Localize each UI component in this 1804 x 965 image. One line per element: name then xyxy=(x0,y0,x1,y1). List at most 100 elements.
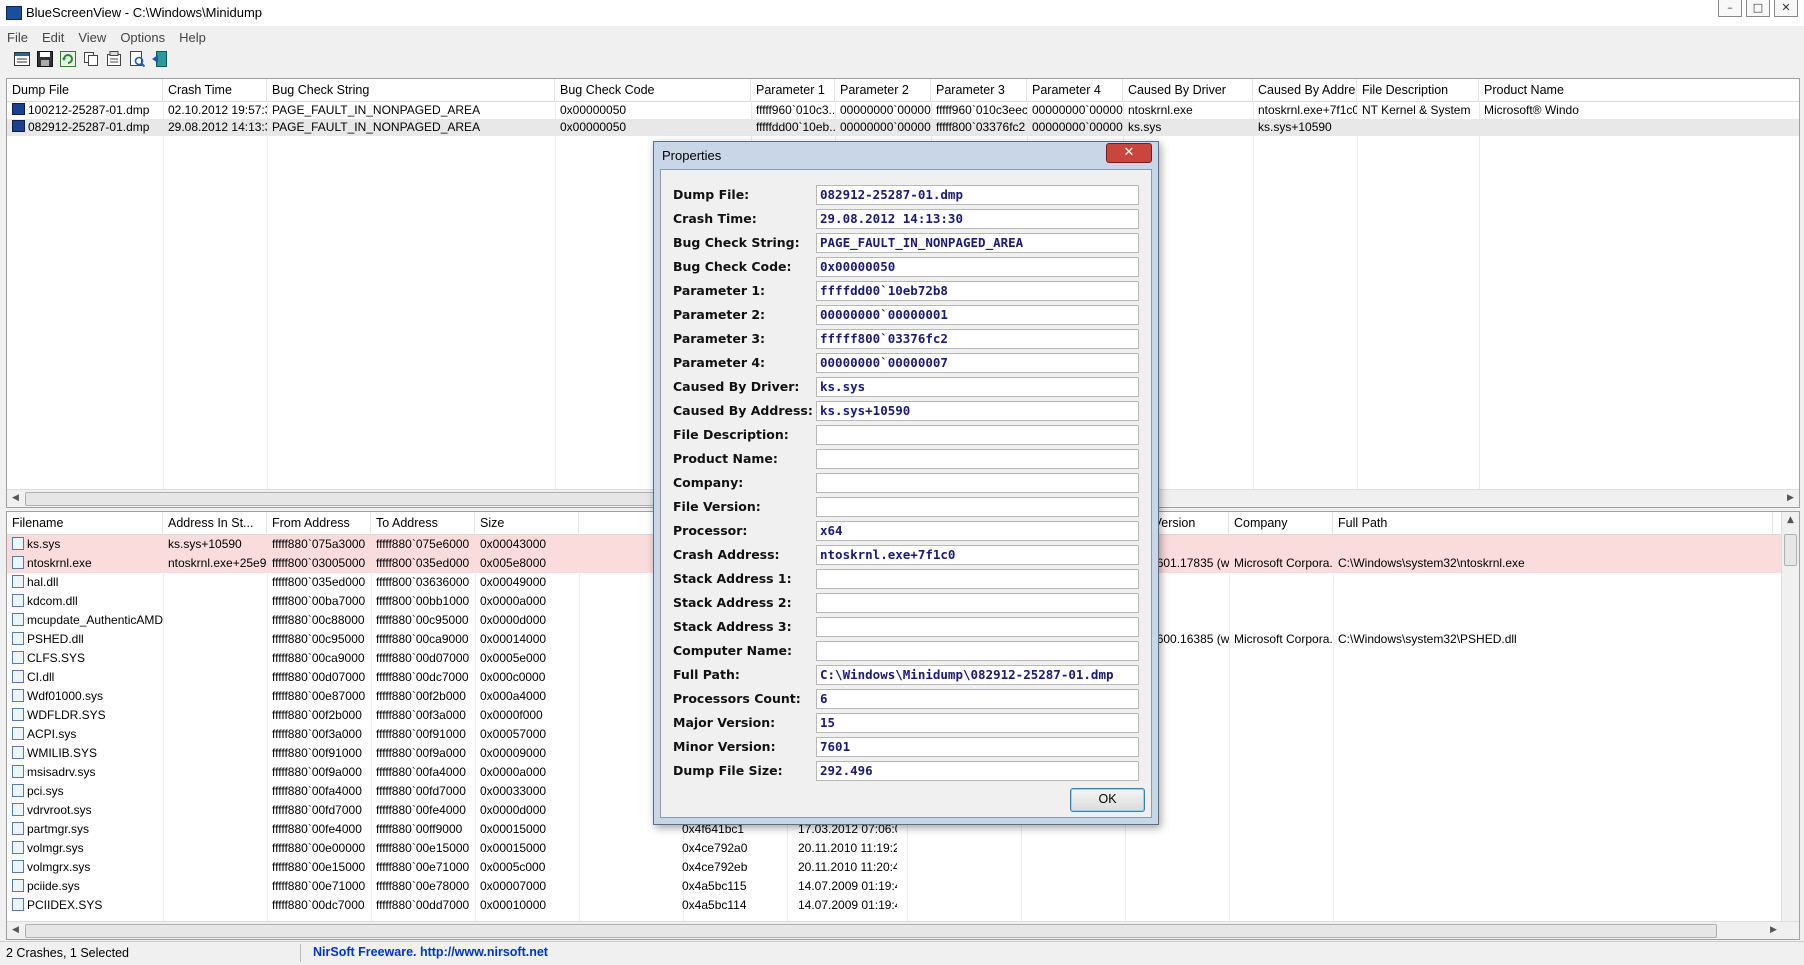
column-header[interactable]: File Description xyxy=(1357,79,1479,101)
property-value-field[interactable]: C:\Windows\Minidump\082912-25287-01.dmp xyxy=(816,665,1139,685)
scroll-up-arrow[interactable]: ▲ xyxy=(1782,512,1799,529)
cell-text: PAGE_FAULT_IN_NONPAGED_AREA xyxy=(272,103,481,117)
column-header[interactable]: Bug Check Code xyxy=(555,79,751,101)
menu-help[interactable]: Help xyxy=(172,27,213,47)
crash-row[interactable]: 100212-25287-01.dmp 02.10.2012 19:57:30 PA… xyxy=(7,102,1799,119)
property-value-field[interactable]: x64 xyxy=(816,521,1139,541)
cell-text: fffff880`00dc7000 xyxy=(272,898,365,912)
scroll-right-arrow[interactable]: ▶ xyxy=(1765,922,1782,939)
property-value-field[interactable]: 29.08.2012 14:13:30 xyxy=(816,209,1139,229)
property-value-field[interactable] xyxy=(816,569,1139,589)
cell-text: fffff880`075a3000 xyxy=(272,537,366,551)
column-header[interactable]: From Address xyxy=(267,512,371,534)
save-icon[interactable] xyxy=(35,49,55,69)
property-value-field[interactable]: 00000000`00000007 xyxy=(816,353,1139,373)
table-cell: fffff880`00fa4000 xyxy=(267,782,371,801)
cell-text: fffff800`00bb1000 xyxy=(376,594,470,608)
close-button[interactable]: ✕ xyxy=(1774,0,1798,17)
find-icon[interactable] xyxy=(127,49,147,69)
property-value-field[interactable]: 292.496 xyxy=(816,761,1139,781)
column-header[interactable]: Parameter 2 xyxy=(835,79,931,101)
table-cell: fffff800`03376fc2 xyxy=(931,119,1027,136)
column-header[interactable]: Parameter 3 xyxy=(931,79,1027,101)
property-value-field[interactable]: 7601 xyxy=(816,737,1139,757)
column-header[interactable]: Crash Time xyxy=(163,79,267,101)
property-value-field[interactable]: 15 xyxy=(816,713,1139,733)
driver-list-hscrollbar[interactable]: ◀ ▶ xyxy=(7,921,1799,939)
property-value-field[interactable]: 0x00000050 xyxy=(816,257,1139,277)
cell-text: fffff880`00f2b000 xyxy=(376,689,466,703)
table-cell xyxy=(1229,763,1333,782)
column-header[interactable]: Dump File xyxy=(7,79,163,101)
scroll-right-arrow[interactable]: ▶ xyxy=(1782,490,1799,507)
property-value-field[interactable] xyxy=(816,593,1139,613)
property-value-field[interactable]: 6 xyxy=(816,689,1139,709)
driver-list-vscrollbar[interactable]: ▲ xyxy=(1781,512,1799,922)
refresh-icon[interactable] xyxy=(58,49,78,69)
column-header[interactable]: Caused By Driver xyxy=(1123,79,1253,101)
column-header[interactable]: Filename xyxy=(7,512,163,534)
table-cell: fffff880`00e15000 xyxy=(267,858,371,877)
properties-dialog: Properties ✕ OK Dump File: 082912-25287-0… xyxy=(653,141,1159,825)
table-cell: fffff880`00fd7000 xyxy=(371,782,475,801)
column-header[interactable]: Full Path xyxy=(1333,512,1773,534)
table-cell xyxy=(1333,573,1773,592)
scroll-thumb[interactable] xyxy=(25,924,1717,938)
table-cell xyxy=(1125,839,1229,858)
cell-text: fffff960`010c3... xyxy=(756,103,835,117)
driver-row[interactable]: volmgr.sys fffff880`00e00000 fffff880`00e1… xyxy=(7,839,1799,858)
property-value-field[interactable]: fffff800`03376fc2 xyxy=(816,329,1139,349)
properties-icon[interactable] xyxy=(104,49,124,69)
table-cell: ntoskrnl.exe xyxy=(7,554,163,573)
column-header[interactable]: Caused By Address xyxy=(1253,79,1357,101)
column-header[interactable]: Parameter 1 xyxy=(751,79,835,101)
menu-file[interactable]: File xyxy=(0,27,35,47)
table-cell: 0x4ce792eb xyxy=(677,858,781,877)
property-value-field[interactable] xyxy=(816,497,1139,517)
property-value-field[interactable] xyxy=(816,617,1139,637)
property-value-field[interactable]: ks.sys xyxy=(816,377,1139,397)
property-value-field[interactable]: 082912-25287-01.dmp xyxy=(816,185,1139,205)
nirsoft-link[interactable]: NirSoft Freeware. http://www.nirsoft.net xyxy=(313,945,548,959)
menu-options[interactable]: Options xyxy=(113,27,172,47)
crash-row[interactable]: 082912-25287-01.dmp 29.08.2012 14:13:30 PA… xyxy=(7,119,1799,136)
driver-file-icon xyxy=(12,670,24,683)
table-cell xyxy=(163,592,267,611)
column-header[interactable]: Bug Check String xyxy=(267,79,555,101)
exit-icon[interactable] xyxy=(150,49,170,69)
html-report-icon[interactable] xyxy=(12,49,32,69)
column-header[interactable]: Address In St... xyxy=(163,512,267,534)
minimize-button[interactable]: – xyxy=(1718,0,1742,17)
property-value-field[interactable] xyxy=(816,449,1139,469)
table-cell xyxy=(1333,744,1773,763)
column-header[interactable]: Company xyxy=(1229,512,1333,534)
table-cell xyxy=(1333,839,1773,858)
driver-row[interactable]: volmgrx.sys fffff880`00e15000 fffff880`00e… xyxy=(7,858,1799,877)
copy-icon[interactable] xyxy=(81,49,101,69)
vscroll-thumb[interactable] xyxy=(1784,534,1797,566)
scroll-left-arrow[interactable]: ◀ xyxy=(7,490,24,507)
dialog-close-button[interactable]: ✕ xyxy=(1106,143,1152,163)
driver-row[interactable]: PCIIDEX.SYS fffff880`00dc7000 fffff880`00d… xyxy=(7,896,1799,915)
property-value-field[interactable]: 00000000`00000001 xyxy=(816,305,1139,325)
property-value-field[interactable] xyxy=(816,425,1139,445)
property-value-field[interactable]: ffffdd00`10eb72b8 xyxy=(816,281,1139,301)
menu-edit[interactable]: Edit xyxy=(35,27,71,47)
property-value-field[interactable]: ks.sys+10590 xyxy=(816,401,1139,421)
driver-file-icon xyxy=(12,537,24,550)
driver-row[interactable]: pciide.sys fffff880`00e71000 fffff880`00e7… xyxy=(7,877,1799,896)
column-header[interactable]: Parameter 4 xyxy=(1027,79,1123,101)
column-header[interactable]: Size xyxy=(475,512,579,534)
column-header[interactable]: Product Name xyxy=(1479,79,1799,101)
table-cell: fffff880`00ca9000 xyxy=(267,649,371,668)
cell-text: C:\Windows\system32\PSHED.dll xyxy=(1338,632,1517,646)
ok-button[interactable]: OK xyxy=(1070,788,1145,812)
maximize-button[interactable]: □ xyxy=(1746,0,1770,17)
property-value-field[interactable]: PAGE_FAULT_IN_NONPAGED_AREA xyxy=(816,233,1139,253)
property-value-field[interactable] xyxy=(816,641,1139,661)
menu-view[interactable]: View xyxy=(71,27,113,47)
scroll-left-arrow[interactable]: ◀ xyxy=(7,922,24,939)
column-header[interactable]: To Address xyxy=(371,512,475,534)
property-value-field[interactable]: ntoskrnl.exe+7f1c0 xyxy=(816,545,1139,565)
property-value-field[interactable] xyxy=(816,473,1139,493)
